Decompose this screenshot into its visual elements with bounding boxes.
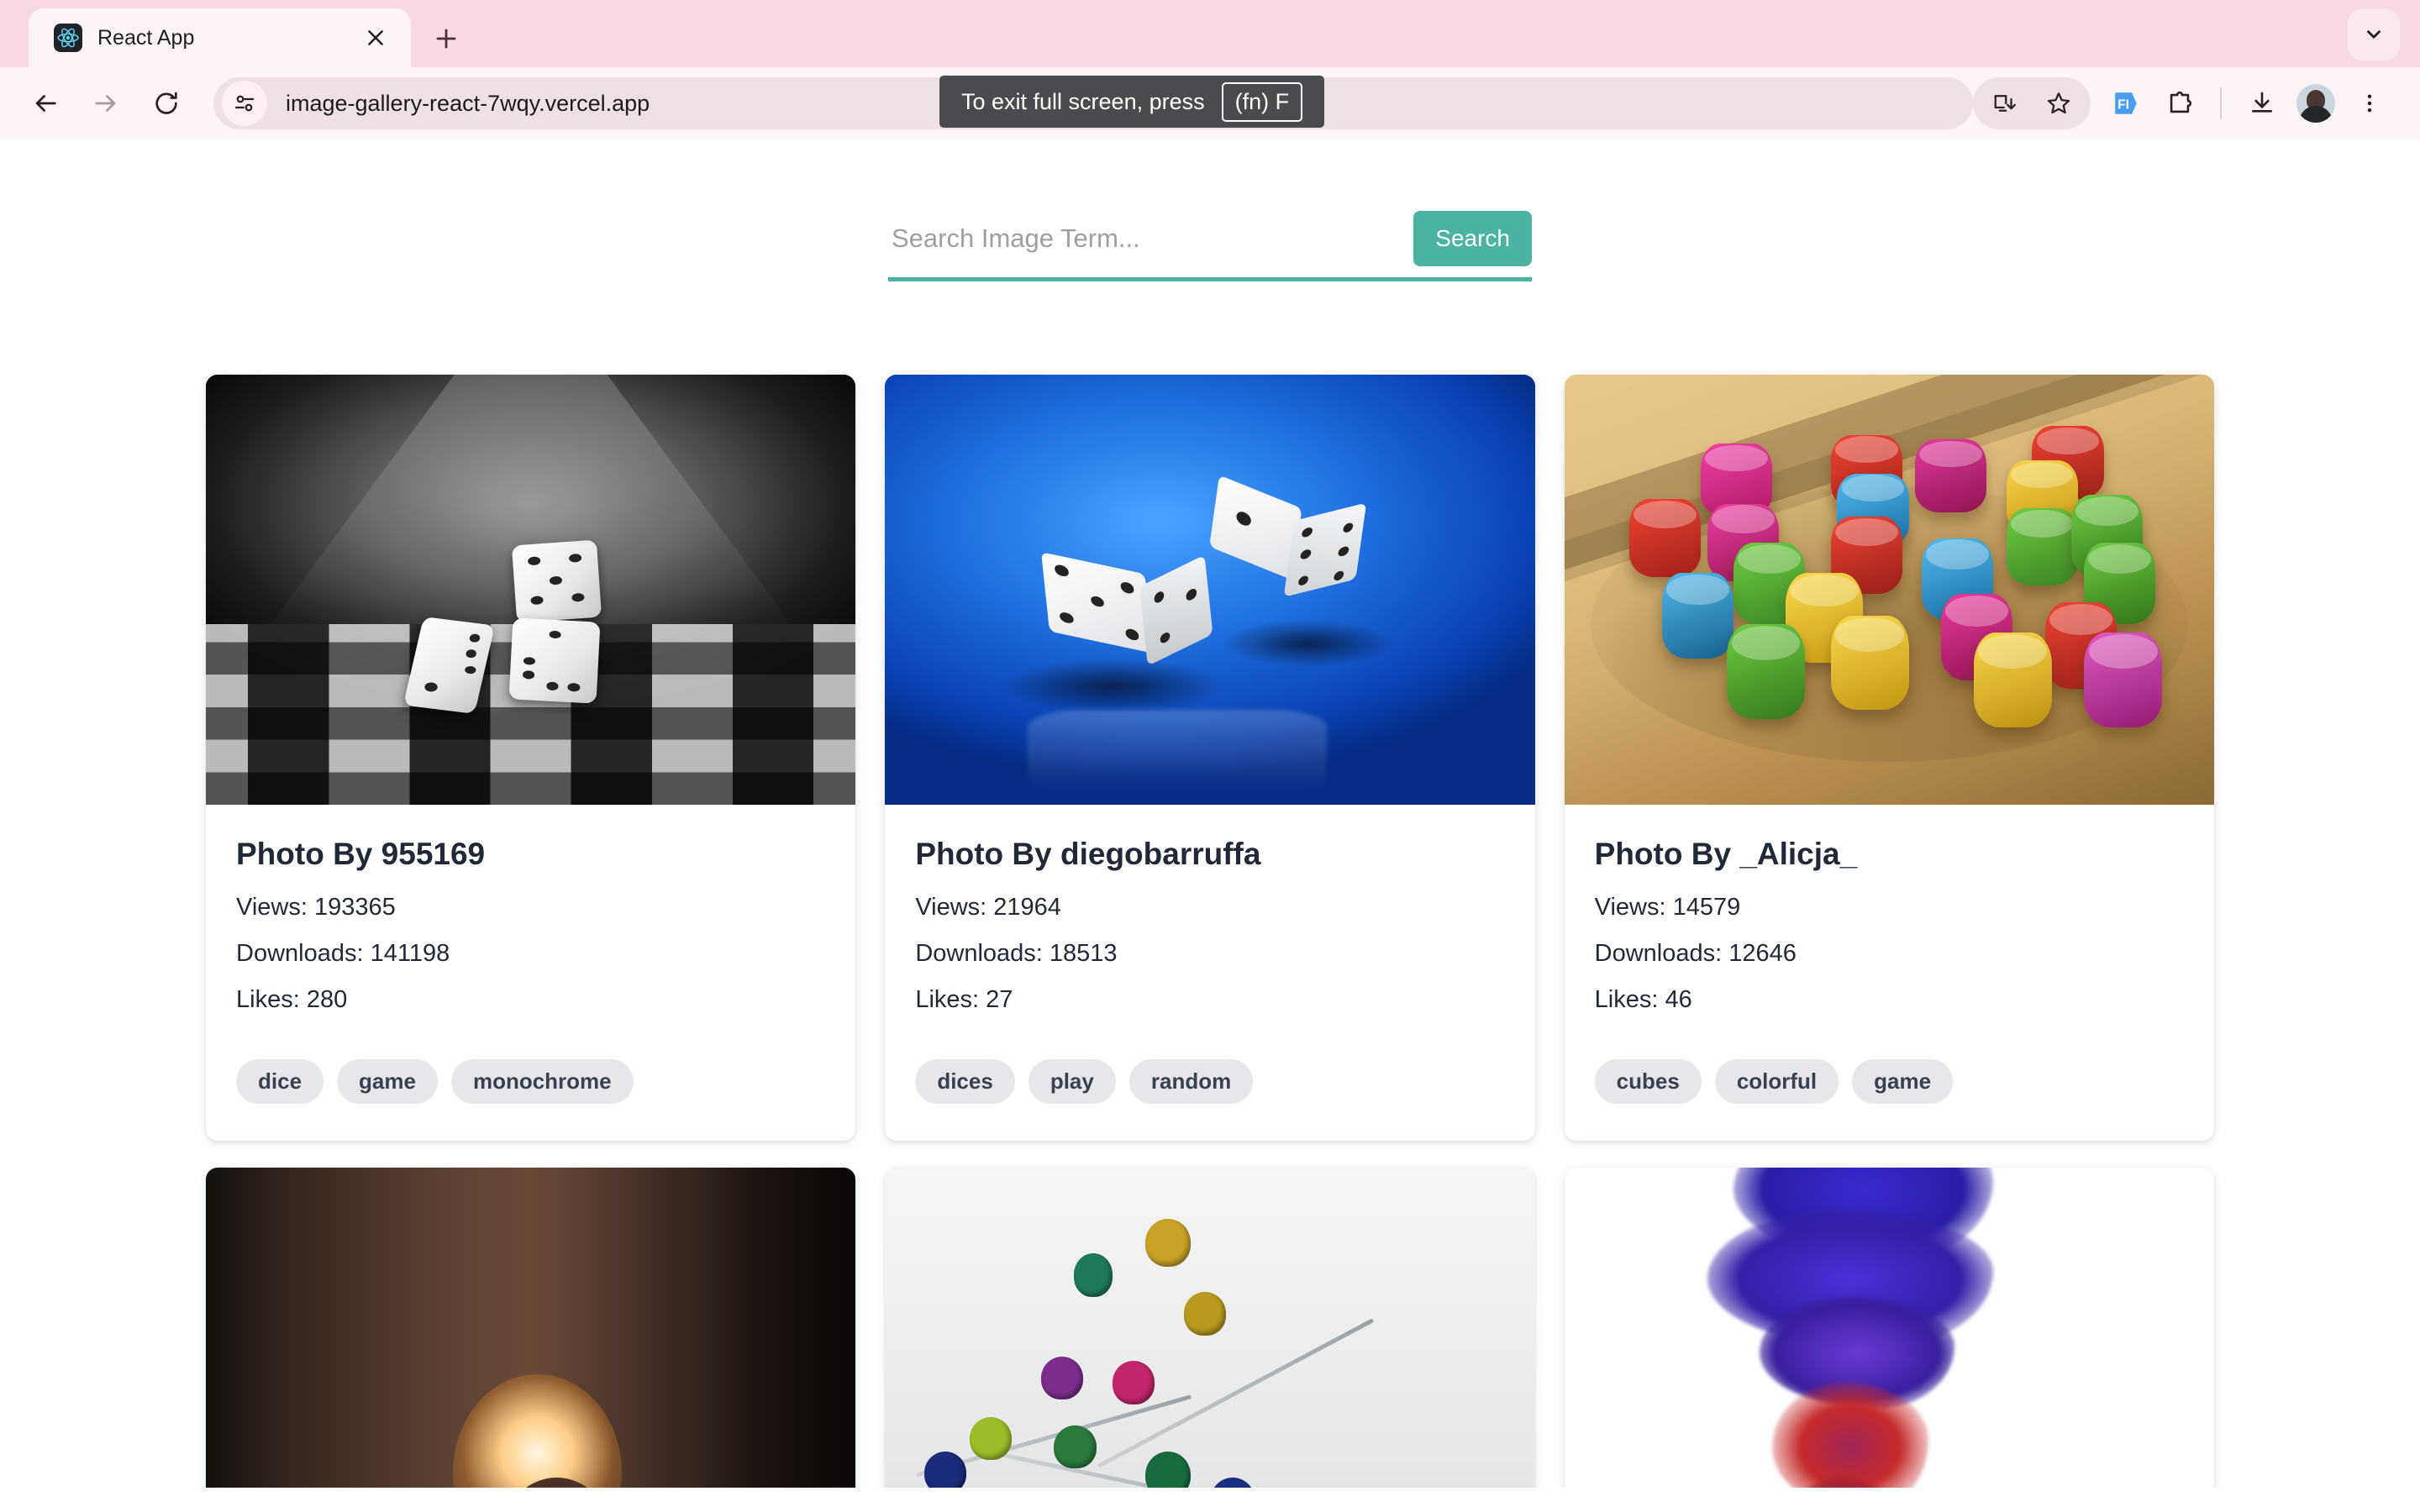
card-body: Photo By 955169 Views: 193365 Downloads:… [206,805,855,1032]
tab-title: React App [97,25,195,50]
tag[interactable]: cubes [1594,1059,1702,1104]
card-image-monochrome-dice[interactable] [206,375,856,805]
card-tags: cubes colorful game [1565,1032,2214,1141]
card-image-colorful-cubes[interactable] [1564,375,2214,805]
browser-tab[interactable]: React App [29,8,411,67]
toolbar-divider [2220,87,2222,119]
reload-button[interactable] [136,73,197,134]
address-bar-url: image-gallery-react-7wqy.vercel.app [286,90,650,116]
back-button[interactable] [15,73,76,134]
card-image-colored-pins[interactable] [885,1168,1535,1488]
card-image-candlelight-portrait[interactable] [206,1168,856,1488]
tab-strip: React App [0,0,2420,67]
card-body: Photo By _Alicja_ Views: 14579 Downloads… [1565,805,2214,1032]
card-likes: Likes: 46 [1594,986,1692,1013]
tag[interactable]: random [1128,1059,1254,1104]
tag[interactable]: play [1028,1059,1116,1104]
search-input[interactable] [888,210,1414,267]
card-image-blue-dice[interactable] [885,375,1535,805]
tag[interactable]: dices [915,1059,1015,1104]
downloads-icon[interactable] [2235,76,2289,130]
card-title: Photo By 955169 [236,837,486,871]
fullscreen-toast-message: To exit full screen, press [961,88,1205,114]
image-card[interactable]: Photo By _Alicja_ Views: 14579 Downloads… [1564,375,2214,1141]
page-content: Search Image Term... Search Photo By 955… [0,139,2420,1488]
card-views: Views: 193365 [236,894,396,921]
image-card[interactable] [1564,1168,2214,1488]
forward-button[interactable] [76,73,136,134]
tag[interactable]: game [337,1059,438,1104]
react-logo-icon [54,24,82,52]
search-button[interactable]: Search [1413,211,1532,266]
bookmark-star-icon[interactable] [2032,76,2086,130]
image-gallery-grid: Photo By 955169 Views: 193365 Downloads:… [206,281,2214,1488]
tag[interactable]: dice [236,1059,324,1104]
card-body: Photo By diegobarruffa Views: 21964 Down… [885,805,1534,1032]
card-views: Views: 21964 [915,894,1061,921]
more-menu-icon[interactable] [2343,76,2396,130]
svg-text:FI: FI [2118,97,2129,112]
card-downloads: Downloads: 141198 [236,940,450,967]
fullscreen-toast-key: (fn) F [1221,81,1303,122]
fullscreen-exit-toast: To exit full screen, press (fn) F [939,76,1325,128]
card-views: Views: 14579 [1594,894,1741,921]
extensions-puzzle-icon[interactable] [2153,76,2207,130]
card-tags: dice game monochrome [206,1032,855,1141]
browser-chrome: React App image-gallery-react-7wqy.verce… [0,0,2420,139]
card-likes: Likes: 280 [236,986,348,1013]
card-title: Photo By _Alicja_ [1594,837,1858,871]
tag[interactable]: colorful [1714,1059,1839,1104]
tab-search-chevron-down-icon[interactable] [2348,8,2400,60]
figma-extension-icon[interactable]: FI [2099,76,2153,130]
tag[interactable]: monochrome [450,1059,634,1104]
image-card[interactable]: Photo By 955169 Views: 193365 Downloads:… [206,375,856,1141]
card-downloads: Downloads: 18513 [915,940,1118,967]
install-app-icon[interactable] [1978,76,2032,130]
avatar[interactable] [2289,76,2343,130]
card-title: Photo By diegobarruffa [915,837,1261,871]
card-downloads: Downloads: 12646 [1594,940,1797,967]
image-card[interactable] [885,1168,1535,1488]
image-card[interactable] [206,1168,856,1488]
tag[interactable]: game [1852,1059,1954,1104]
card-likes: Likes: 27 [915,986,1013,1013]
search-form: Search [888,210,1532,281]
image-card[interactable]: Photo By diegobarruffa Views: 21964 Down… [885,375,1535,1141]
card-tags: dices play random [885,1032,1534,1141]
close-icon[interactable] [359,21,392,55]
site-settings-icon[interactable] [222,81,267,126]
card-image-ink-in-water[interactable] [1564,1168,2214,1488]
omnibox-action-group [1973,77,2091,129]
search-section: Search [0,139,2420,281]
new-tab-button[interactable] [423,15,470,62]
